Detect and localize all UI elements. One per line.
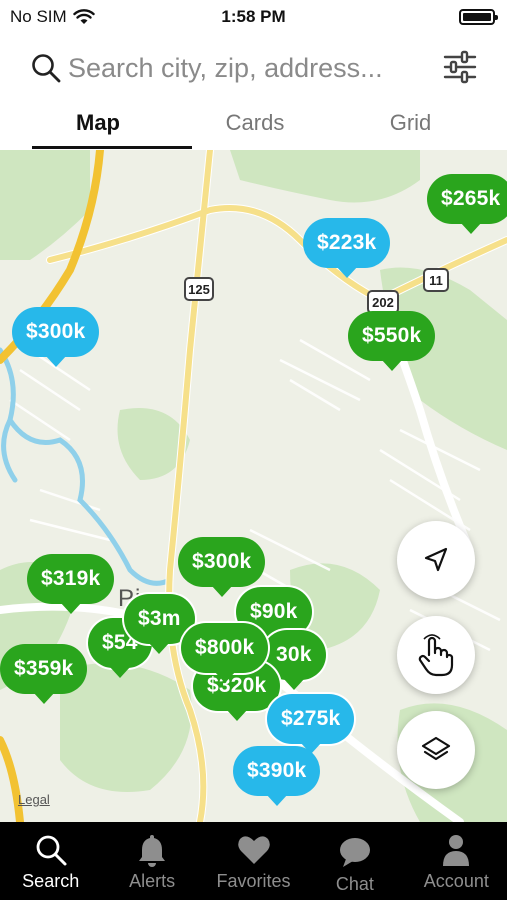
layers-icon bbox=[421, 736, 451, 761]
road-shield-label: 11 bbox=[429, 272, 443, 288]
tab-cards[interactable]: Cards bbox=[196, 104, 314, 150]
clock: 1:58 PM bbox=[221, 7, 286, 26]
location-arrow-icon bbox=[424, 547, 448, 572]
search-input[interactable] bbox=[68, 50, 428, 86]
person-icon bbox=[443, 835, 470, 866]
heart-icon bbox=[237, 836, 270, 864]
locate-me-button[interactable] bbox=[397, 521, 475, 599]
legal-link[interactable]: Legal bbox=[18, 792, 50, 807]
tab-cards-label: Cards bbox=[225, 110, 285, 135]
tab-grid[interactable]: Grid bbox=[314, 104, 507, 150]
road-shield-125: 125 bbox=[184, 277, 214, 301]
price-pin[interactable]: $800k bbox=[181, 623, 269, 683]
price-pin[interactable]: $300k bbox=[178, 537, 266, 597]
nav-alerts-label: Alerts bbox=[129, 871, 176, 891]
road-shield-label: 202 bbox=[372, 294, 394, 310]
nav-favorites[interactable]: Favorites bbox=[203, 822, 304, 900]
price-pin[interactable]: $223k bbox=[303, 218, 391, 278]
nav-search-label: Search bbox=[22, 871, 80, 891]
bottom-nav: Search Alerts Favorites Chat Account bbox=[0, 822, 507, 900]
nav-account-label: Account bbox=[423, 871, 489, 891]
search-icon bbox=[36, 835, 67, 866]
chat-bubble-icon bbox=[339, 838, 370, 867]
road-shield-11: 11 bbox=[423, 268, 449, 292]
tab-map[interactable]: Map bbox=[0, 104, 196, 150]
map-layers-button[interactable] bbox=[397, 711, 475, 789]
view-tabs: Map Cards Grid bbox=[0, 104, 507, 150]
tab-grid-label: Grid bbox=[389, 110, 432, 135]
filter-sliders-icon[interactable] bbox=[443, 50, 477, 84]
draw-area-button[interactable] bbox=[397, 616, 475, 694]
search-bar bbox=[0, 40, 507, 96]
status-bar: No SIM 1:58 PM bbox=[0, 0, 507, 34]
nav-chat[interactable]: Chat bbox=[304, 822, 405, 900]
price-pin[interactable]: $390k bbox=[233, 746, 321, 806]
price-pin[interactable]: $265k bbox=[427, 174, 507, 234]
bell-icon bbox=[139, 835, 166, 867]
nav-account[interactable]: Account bbox=[406, 822, 507, 900]
tab-map-label: Map bbox=[76, 110, 120, 135]
nav-search[interactable]: Search bbox=[0, 822, 101, 900]
nav-alerts[interactable]: Alerts bbox=[101, 822, 202, 900]
battery-icon bbox=[459, 9, 498, 25]
price-pin[interactable]: $300k bbox=[12, 307, 100, 367]
nav-chat-label: Chat bbox=[335, 874, 374, 894]
road-shield-label: 125 bbox=[188, 281, 210, 297]
price-pin[interactable]: $359k bbox=[0, 644, 88, 704]
price-pin[interactable]: $319k bbox=[27, 554, 115, 614]
nav-favorites-label: Favorites bbox=[216, 871, 291, 891]
search-icon bbox=[32, 54, 61, 83]
price-pin[interactable]: $275k bbox=[267, 694, 355, 754]
hand-pointer-icon bbox=[418, 634, 454, 677]
map-view[interactable]: 125 202 11 Pines $265k $223k $300k $550k… bbox=[0, 150, 507, 822]
price-pin[interactable]: $550k bbox=[348, 311, 436, 371]
